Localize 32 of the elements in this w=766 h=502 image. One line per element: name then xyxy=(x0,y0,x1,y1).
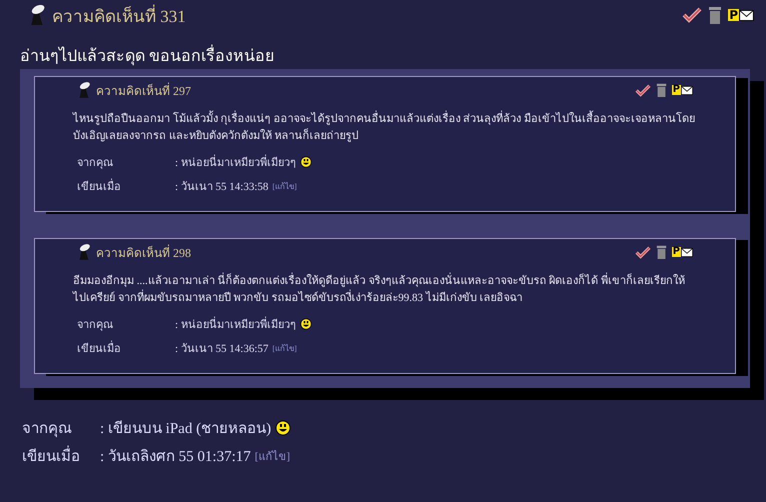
user-figure-icon xyxy=(77,82,91,98)
comment-body: อีมมองอีกมุม ....แล้วเอามาเล่า นี่ก็ต้องตกแต่งเรื่องให้ดูดีอยู่แล้ว จริงๆแล้วคุณเองนั่นแหละอาจจะขับรถ ผิดเองก็ได้ พี่เขาก็เลยเรียกให้ไปเครียย์ จากที่ผมขับรถมาหลายปี พวกขับ รถมอไซด์ขับรถงี่เง่าร้อยล่ะ99.83 ไม่มีเก่งขับ เลยอิจฉา xyxy=(73,273,695,307)
user-figure-icon xyxy=(77,244,91,260)
comment-body: ไหนรูปถือปืนออกมา โม้แล้วมั้ง กุเรื่องแน่ๆ ออาจจะได้รูปจากคนอื่นมาแล้วแต่งเรื่อง ส่วนลุงที่ล้วง มือเข้าไปในเสื้ออาจจะเจอหลานโดยบังเอิญเลยลงจากรถ และหยิบตังควักตังมให้ หลานก็เลยถ่ายรูป xyxy=(73,111,695,145)
smiley-icon xyxy=(275,420,292,436)
post-date: : วันเถลิงศก 55 01:37:17 xyxy=(100,448,251,467)
comment-number: ความคิดเห็นที่ 298 xyxy=(96,244,191,262)
written-label: เขียนเมื่อ xyxy=(77,177,175,195)
trash-icon[interactable] xyxy=(656,83,667,97)
edit-link[interactable]: [แก้ไข] xyxy=(272,180,297,192)
edit-link[interactable]: [แก้ไข] xyxy=(272,342,297,354)
smiley-icon xyxy=(300,318,312,330)
comment-number: ความคิดเห็นที่ 331 xyxy=(52,4,186,28)
comment-number: ความคิดเห็นที่ 297 xyxy=(96,82,191,100)
from-label: จากคุณ xyxy=(22,420,73,440)
from-label: จากคุณ xyxy=(77,318,114,333)
written-label: เขียนเมื่อ xyxy=(77,339,175,357)
author-name: : หน่อยนี่มาเหมียวพี่เมียวๆ xyxy=(175,315,296,333)
check-icon[interactable] xyxy=(634,84,651,96)
author-name: : หน่อยนี่มาเหมียวพี่เมียวๆ xyxy=(175,153,296,171)
post-date: : วันเนา 55 14:36:57 xyxy=(175,342,268,357)
smiley-icon xyxy=(300,156,312,168)
author-name: : เขียนบน iPad (ชายหลอน) xyxy=(100,419,272,439)
from-label: จากคุณ xyxy=(77,156,114,171)
comment-title: อ่านๆไปแล้วสะดุด ขอนอกเรื่องหน่อย xyxy=(0,26,766,69)
trash-icon[interactable] xyxy=(708,6,722,24)
edit-link[interactable]: [แก้ไข] xyxy=(254,447,290,465)
post-date: : วันเนา 55 14:33:58 xyxy=(175,180,268,195)
written-label: เขียนเมื่อ xyxy=(22,444,100,468)
check-icon[interactable] xyxy=(682,7,702,23)
trash-icon[interactable] xyxy=(656,245,667,259)
check-icon[interactable] xyxy=(634,246,651,258)
